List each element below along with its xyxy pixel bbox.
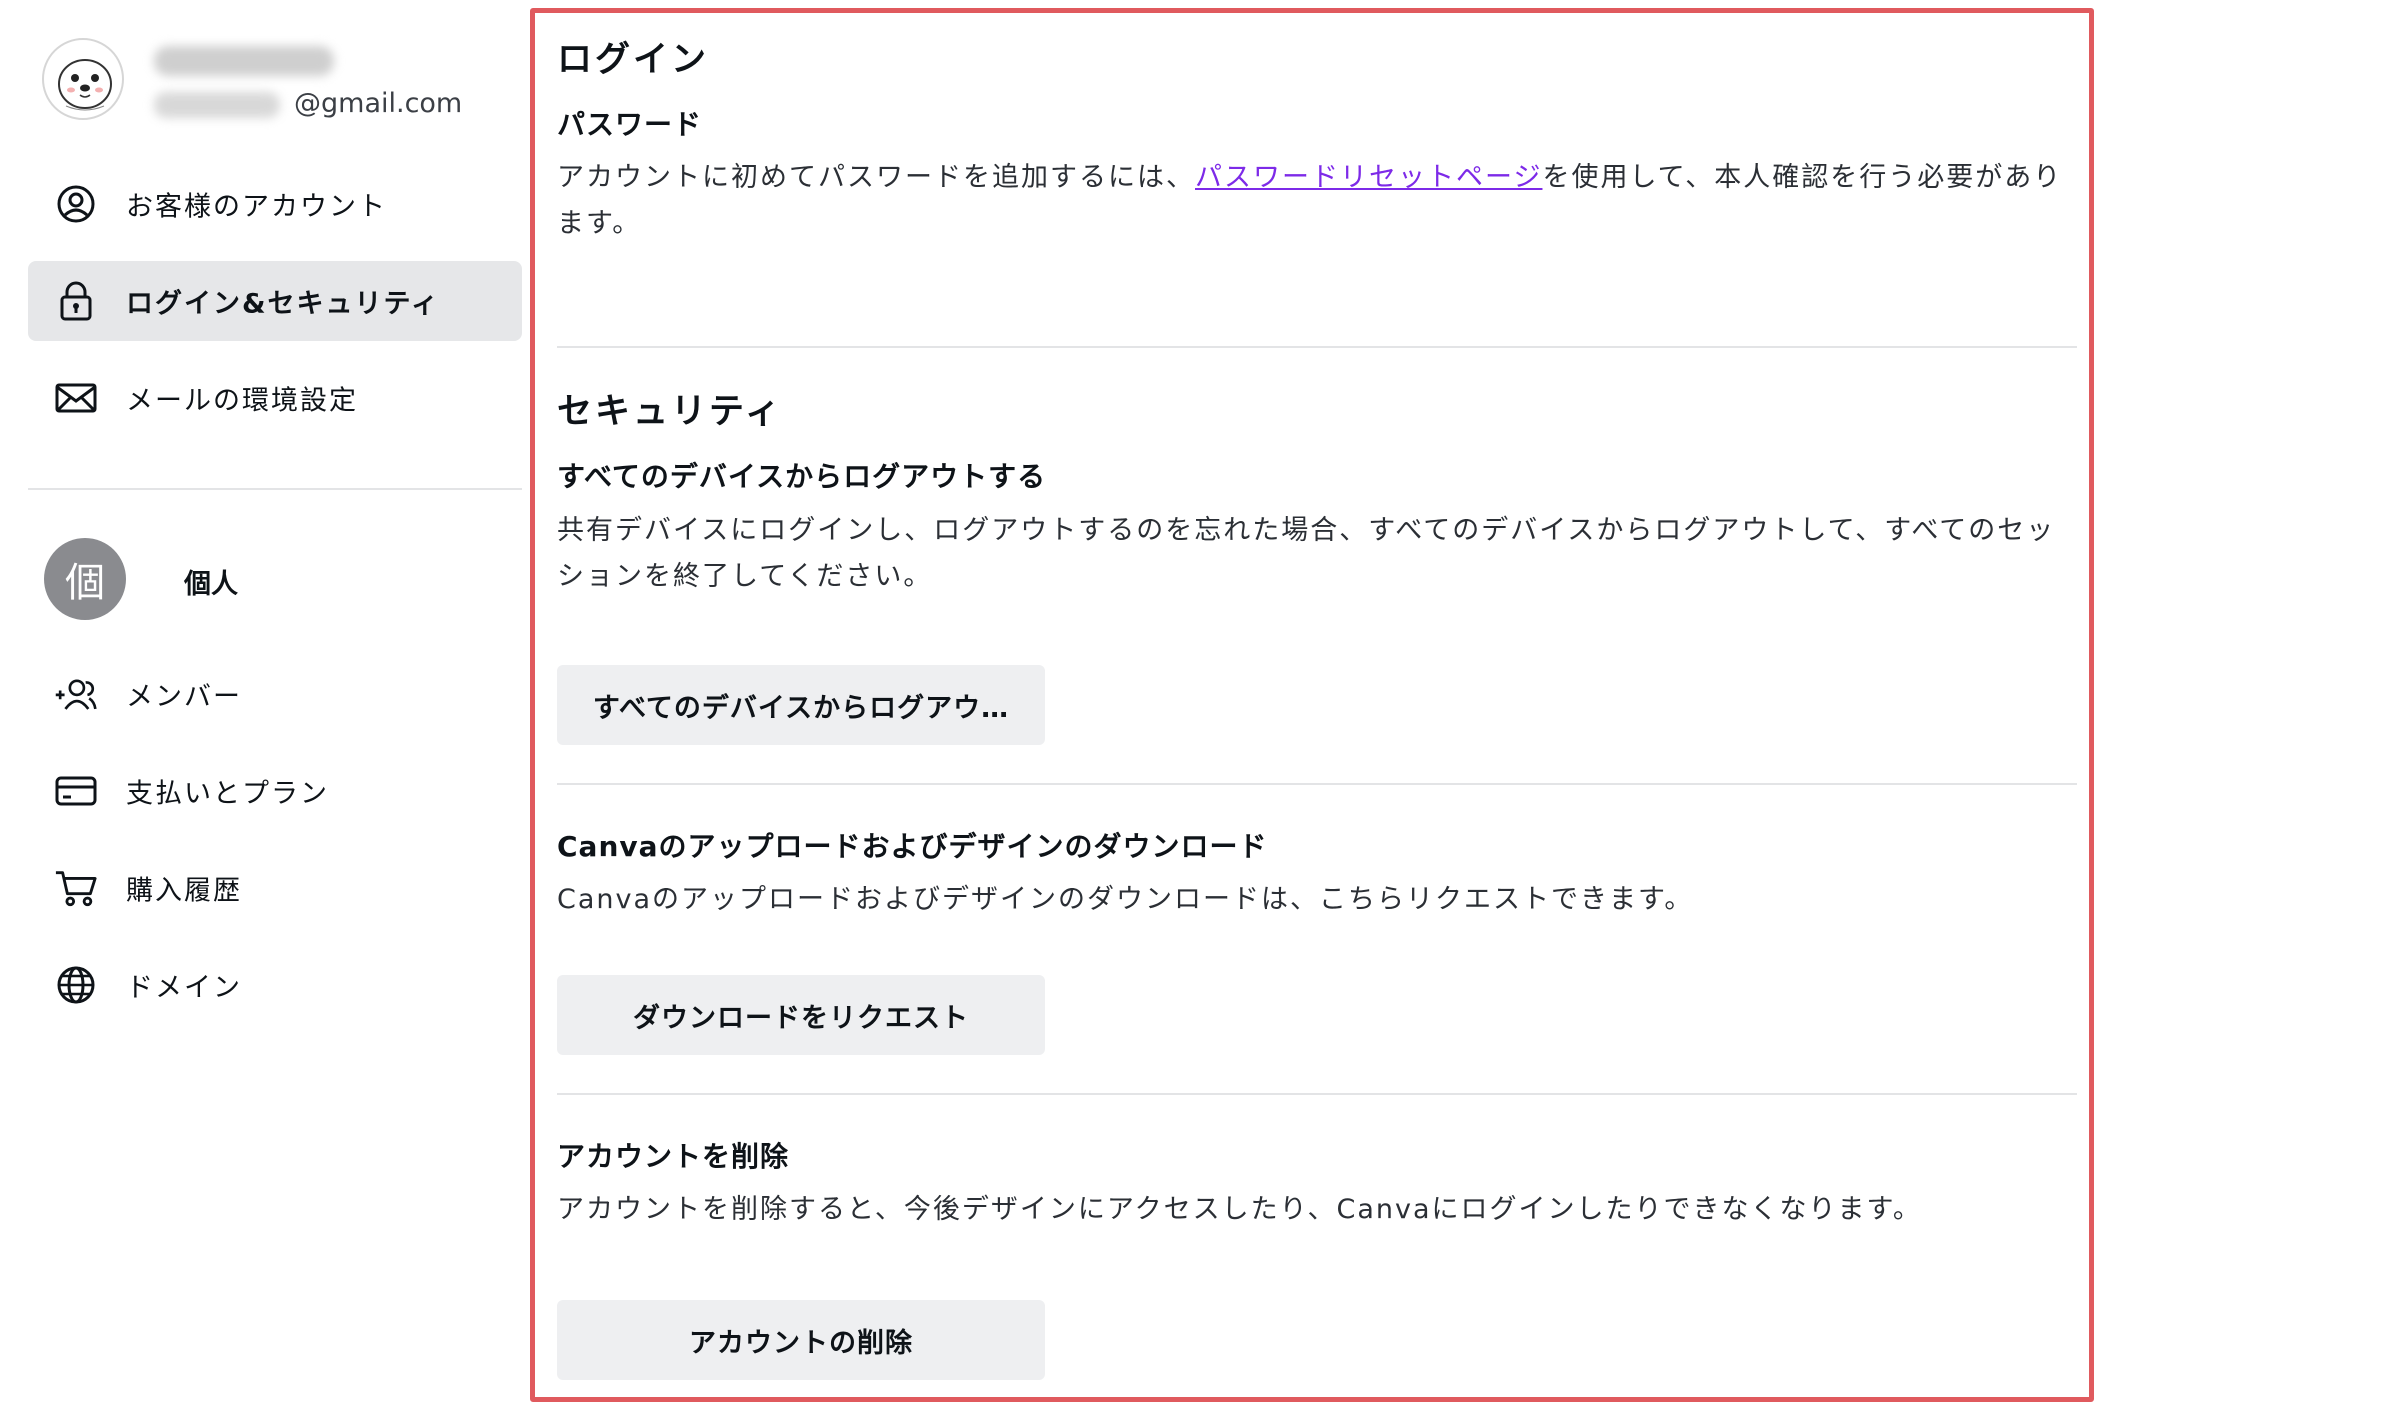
cart-icon	[54, 868, 98, 908]
nav-item-label: お客様のアカウント	[126, 191, 387, 223]
settings-panel-highlighted: ログイン パスワード アカウントに初めてパスワードを追加するには、パスワードリセ…	[530, 8, 2094, 1402]
sidebar: @gmail.com お客様のアカウント ログイン&セキュリティ メールの環境設…	[28, 0, 522, 1402]
logout-all-devices-button[interactable]: すべてのデバイスからログアウ…	[557, 665, 1045, 745]
password-description: アカウントに初めてパスワードを追加するには、パスワードリセットページを使用して、…	[557, 155, 2077, 247]
team-avatar: 個	[44, 538, 126, 620]
user-circle-icon	[54, 184, 98, 224]
nav-item-label: メンバー	[126, 681, 242, 713]
add-people-icon	[54, 674, 98, 714]
nav-item-label: メールの環境設定	[126, 385, 358, 417]
logout-all-heading: すべてのデバイスからログアウトする	[557, 460, 1047, 493]
nav-item-label: 購入履歴	[126, 875, 242, 907]
download-description: Canvaのアップロードおよびデザインのダウンロードは、こちらリクエストできます…	[557, 884, 1694, 915]
download-heading: Canvaのアップロードおよびデザインのダウンロード	[557, 830, 1268, 863]
user-profile[interactable]: @gmail.com	[42, 38, 522, 128]
delete-account-button[interactable]: アカウントの削除	[557, 1300, 1045, 1380]
nav-item-billing[interactable]: 支払いとプラン	[28, 751, 522, 831]
globe-icon	[54, 965, 98, 1005]
user-name-redacted	[154, 46, 334, 76]
delete-account-description: アカウントを削除すると、今後デザインにアクセスしたり、Canvaにログインしたり…	[557, 1194, 1922, 1225]
section-divider	[557, 783, 2077, 785]
request-download-button[interactable]: ダウンロードをリクエスト	[557, 975, 1045, 1055]
section-divider	[557, 1093, 2077, 1095]
team-name: 個人	[184, 569, 238, 600]
nav-item-mail-preferences[interactable]: メールの環境設定	[28, 358, 522, 438]
seal-avatar-icon	[58, 59, 112, 111]
email-prefix-redacted	[154, 92, 280, 118]
section-divider	[557, 346, 2077, 348]
nav-item-domains[interactable]: ドメイン	[28, 945, 522, 1025]
nav-item-login-security[interactable]: ログイン&セキュリティ	[28, 261, 522, 341]
nav-item-purchase-history[interactable]: 購入履歴	[28, 848, 522, 928]
logout-all-description: 共有デバイスにログインし、ログアウトするのを忘れた場合、すべてのデバイスからログ…	[557, 515, 2056, 592]
nav-item-account[interactable]: お客様のアカウント	[28, 164, 522, 244]
nav-item-label: ログイン&セキュリティ	[126, 288, 440, 320]
login-section-title: ログイン	[557, 40, 710, 80]
nav-item-label: ドメイン	[126, 972, 242, 1004]
nav-item-members[interactable]: メンバー	[28, 654, 522, 734]
credit-card-icon	[54, 771, 98, 811]
lock-icon	[54, 281, 98, 321]
password-reset-link[interactable]: パスワードリセットページ	[1195, 162, 1542, 193]
password-heading: パスワード	[557, 108, 703, 141]
user-email: @gmail.com	[294, 88, 463, 119]
avatar	[42, 38, 124, 120]
mail-icon	[54, 378, 98, 418]
delete-account-heading: アカウントを削除	[557, 1140, 790, 1173]
password-text-before: アカウントに初めてパスワードを追加するには、	[557, 162, 1195, 193]
team-switcher[interactable]: 個 個人	[44, 538, 522, 622]
nav-item-label: 支払いとプラン	[126, 778, 329, 810]
security-section-title: セキュリティ	[557, 392, 783, 432]
sidebar-divider	[28, 488, 522, 490]
